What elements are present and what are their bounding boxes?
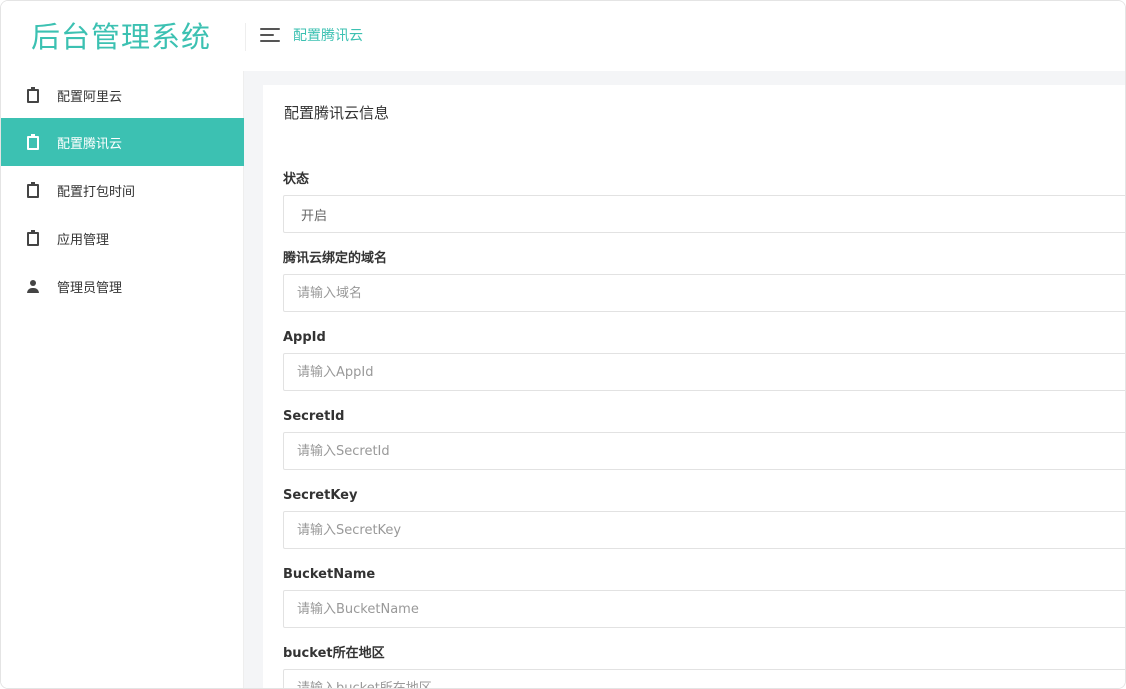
breadcrumb: 配置腾讯云 — [293, 28, 363, 44]
secretkey-input[interactable] — [283, 511, 1125, 549]
secretkey-label: SecretKey — [283, 488, 358, 503]
config-form-card: 配置腾讯云信息 状态 开启 腾讯云绑定的域名 AppId SecretId Se… — [263, 85, 1125, 688]
secretid-input[interactable] — [283, 432, 1125, 470]
main-content: 配置腾讯云信息 状态 开启 腾讯云绑定的域名 AppId SecretId Se… — [244, 71, 1125, 688]
sidebar-item-label: 管理员管理 — [57, 280, 123, 296]
sidebar-item-label: 配置腾讯云 — [57, 136, 123, 152]
sidebar-item-label: 配置打包时间 — [57, 184, 136, 200]
bucketname-label: BucketName — [283, 567, 376, 582]
sidebar: 配置阿里云 配置腾讯云 配置打包时间 应用管理 管理员管理 — [1, 71, 244, 688]
sidebar-item-label: 配置阿里云 — [57, 89, 123, 105]
clipboard-icon — [26, 87, 40, 103]
user-icon — [26, 278, 40, 294]
secretid-label: SecretId — [283, 409, 345, 424]
domain-input[interactable] — [283, 274, 1125, 312]
top-header: 后台管理系统 配置腾讯云 — [1, 1, 1125, 71]
bucketname-input[interactable] — [283, 590, 1125, 628]
sidebar-item-label: 应用管理 — [57, 232, 110, 248]
domain-label: 腾讯云绑定的域名 — [283, 251, 388, 266]
status-label: 状态 — [283, 172, 310, 187]
sidebar-item-app-management[interactable]: 应用管理 — [1, 214, 244, 262]
app-logo: 后台管理系统 — [31, 20, 212, 54]
appid-input[interactable] — [283, 353, 1125, 391]
clipboard-icon — [26, 134, 40, 150]
app-window: 后台管理系统 配置腾讯云 配置阿里云 配置腾讯云 配置打包时间 应用管理 管理员… — [0, 0, 1126, 689]
sidebar-item-tencent-cloud[interactable]: 配置腾讯云 — [1, 118, 244, 166]
appid-label: AppId — [283, 330, 326, 345]
clipboard-icon — [26, 230, 40, 246]
header-divider — [245, 23, 246, 51]
clipboard-icon — [26, 182, 40, 198]
menu-toggle-icon[interactable] — [260, 25, 282, 45]
sidebar-item-package-time[interactable]: 配置打包时间 — [1, 166, 244, 214]
bucket-region-label: bucket所在地区 — [283, 646, 385, 661]
status-select[interactable]: 开启 — [283, 195, 1125, 233]
sidebar-item-admin-management[interactable]: 管理员管理 — [1, 262, 244, 310]
sidebar-item-aliyun[interactable]: 配置阿里云 — [1, 71, 244, 119]
bucket-region-input[interactable] — [283, 669, 1125, 688]
form-title: 配置腾讯云信息 — [284, 104, 390, 122]
